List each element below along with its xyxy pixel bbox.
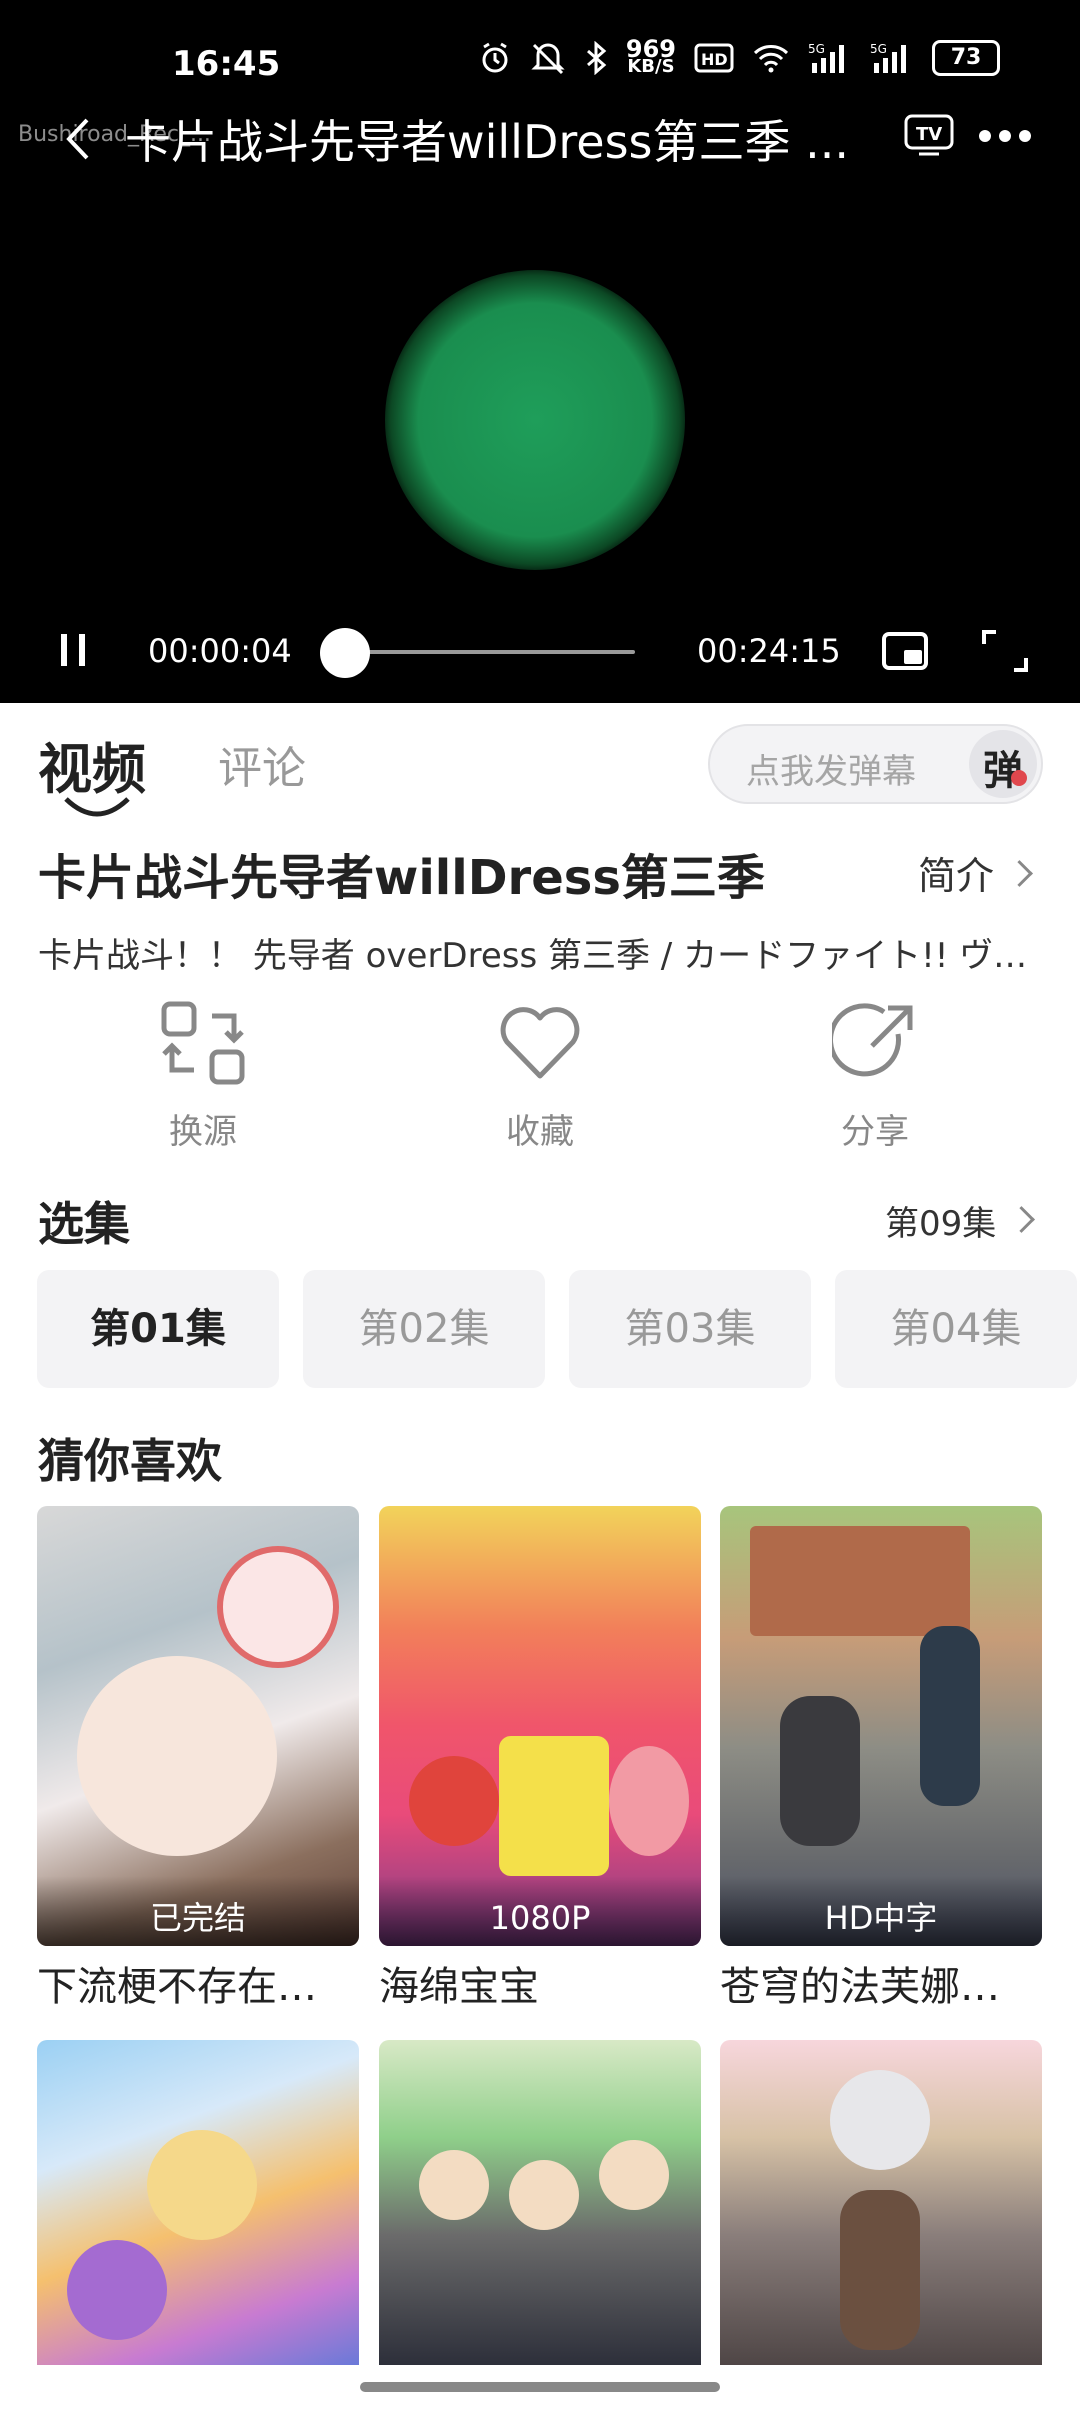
poster-figure: [609, 1746, 689, 1856]
danmaku-input[interactable]: 点我发弹幕 弹: [708, 724, 1043, 804]
danmaku-toggle-icon[interactable]: 弹: [969, 730, 1037, 798]
svg-text:5G: 5G: [808, 42, 825, 56]
share-label: 分享: [841, 1112, 909, 1152]
poster-image: 已完结: [37, 1506, 359, 1946]
tab-video[interactable]: 视频: [38, 725, 146, 804]
video-player[interactable]: 16:45 969 KB/S HD 5G 5G 73 Bushiroad_Rec_…: [0, 0, 1080, 703]
poster-image: [379, 2040, 701, 2365]
network-speed: 969 KB/S: [625, 35, 676, 77]
share-icon: [832, 1003, 913, 1077]
episodes-current-button[interactable]: 第09集: [885, 1196, 1036, 1245]
episode-item[interactable]: 第03集: [569, 1270, 811, 1388]
episode-item[interactable]: 第02集: [303, 1270, 545, 1388]
poster-figure: [77, 1656, 277, 1856]
progress-thumb[interactable]: [320, 628, 370, 678]
recommendation-card[interactable]: HD中字 苍穹的法芙娜…: [720, 1506, 1042, 2012]
more-menu-button[interactable]: [975, 118, 1035, 154]
episode-item[interactable]: 第04集: [835, 1270, 1077, 1388]
action-row: 换源 收藏 分享: [0, 1000, 1080, 1160]
wifi-icon: [753, 45, 789, 73]
share-button[interactable]: 分享: [785, 1000, 965, 1153]
poster-figure: [920, 1626, 980, 1806]
recommendations-heading: 猜你喜欢: [38, 1434, 222, 1488]
tv-cast-button[interactable]: TV: [903, 112, 955, 156]
bluetooth-icon: [586, 41, 607, 75]
favorite-label: 收藏: [506, 1112, 574, 1152]
episode-list: 第01集 第02集 第03集 第04集: [37, 1270, 1080, 1388]
poster-image: HD中字: [720, 1506, 1042, 1946]
poster-badge: 1080P: [379, 1876, 701, 1946]
switch-source-button[interactable]: 换源: [113, 1000, 293, 1153]
danmaku-active-dot: [1011, 770, 1027, 786]
poster-figure: [509, 2160, 579, 2230]
player-controls: 00:00:04 00:24:15: [0, 620, 1080, 680]
episode-item[interactable]: 第01集: [37, 1270, 279, 1388]
poster-figure: [409, 1756, 499, 1846]
poster-figure: [499, 1736, 609, 1876]
poster-figure: [419, 2150, 489, 2220]
favorite-button[interactable]: 收藏: [450, 1000, 630, 1153]
switch-source-icon: [161, 1001, 245, 1085]
poster-image: [720, 2040, 1042, 2365]
heart-icon: [500, 1007, 580, 1079]
intro-label: 简介: [918, 854, 995, 898]
hd-icon: HD: [694, 43, 734, 73]
tab-bar: 视频 评论 点我发弹幕 弹: [0, 710, 1080, 820]
recommendation-title: 海绵宝宝: [379, 1964, 539, 2010]
poster-figure: [830, 2070, 930, 2170]
recommendation-card[interactable]: [720, 2040, 1042, 2365]
poster-figure: [67, 2240, 167, 2340]
poster-figure: [599, 2140, 669, 2210]
poster-figure: [750, 1526, 970, 1636]
recommendation-card[interactable]: 1080P 海绵宝宝: [379, 1506, 701, 2012]
svg-text:HD: HD: [701, 50, 728, 69]
episodes-heading: 选集: [38, 1197, 130, 1251]
show-title: 卡片战斗先导者willDress第三季: [38, 850, 765, 906]
danmaku-placeholder: 点我发弹幕: [746, 752, 916, 792]
poster-figure: [840, 2190, 920, 2350]
poster-figure: [147, 2130, 257, 2240]
alternate-titles: 卡片战斗！！ 先导者 overDress 第三季 / カードファイト!! ヴ…: [38, 936, 1028, 976]
poster-figure: [780, 1696, 860, 1846]
svg-text:5G: 5G: [870, 42, 887, 56]
home-indicator[interactable]: [360, 2382, 720, 2392]
player-title: 卡片战斗先导者willDress第三季 ...: [125, 115, 850, 169]
5g-signal-icon: 5G: [870, 42, 906, 73]
back-button[interactable]: [55, 114, 105, 164]
tab-comments[interactable]: 评论: [218, 732, 306, 796]
switch-source-label: 换源: [169, 1112, 237, 1152]
recommendation-title: 苍穹的法芙娜…: [720, 1964, 1000, 2010]
video-frame-green-circle: [385, 270, 685, 570]
poster-badge: HD中字: [720, 1876, 1042, 1946]
player-top-bar: 卡片战斗先导者willDress第三季 ... TV: [0, 100, 1080, 180]
progress-track[interactable]: [345, 650, 635, 654]
chevron-right-icon: [1006, 860, 1033, 887]
current-time: 00:00:04: [148, 632, 292, 670]
fullscreen-button[interactable]: [980, 628, 1030, 674]
5g-signal-icon: 5G: [808, 42, 844, 73]
tab-active-indicator: [64, 797, 130, 817]
poster-image: [37, 2040, 359, 2365]
recommendation-title: 下流梗不存在…: [37, 1964, 317, 2010]
pause-button[interactable]: [55, 630, 91, 670]
recommendation-card[interactable]: [37, 2040, 359, 2365]
danmaku-toggle-label: 弹: [983, 748, 1023, 794]
recommendation-card[interactable]: [379, 2040, 701, 2365]
poster-badge: 已完结: [37, 1876, 359, 1946]
picture-in-picture-button[interactable]: [880, 628, 930, 674]
alarm-icon: [482, 42, 508, 73]
poster-image: 1080P: [379, 1506, 701, 1946]
mute-icon: [531, 43, 565, 75]
status-time: 16:45: [172, 44, 281, 84]
battery-indicator: 73: [932, 40, 1000, 76]
chevron-right-icon: [1008, 1206, 1036, 1233]
svg-text:TV: TV: [916, 124, 942, 145]
total-time: 00:24:15: [697, 632, 841, 670]
status-bar: 16:45 969 KB/S HD 5G 5G 73: [0, 30, 1080, 100]
status-icons: 969 KB/S HD 5G 5G 73: [478, 35, 1000, 77]
recommendation-card[interactable]: 已完结 下流梗不存在…: [37, 1506, 359, 2012]
poster-figure: [217, 1546, 339, 1668]
intro-button[interactable]: 简介: [918, 845, 1033, 900]
episodes-current-label: 第09集: [885, 1204, 997, 1244]
